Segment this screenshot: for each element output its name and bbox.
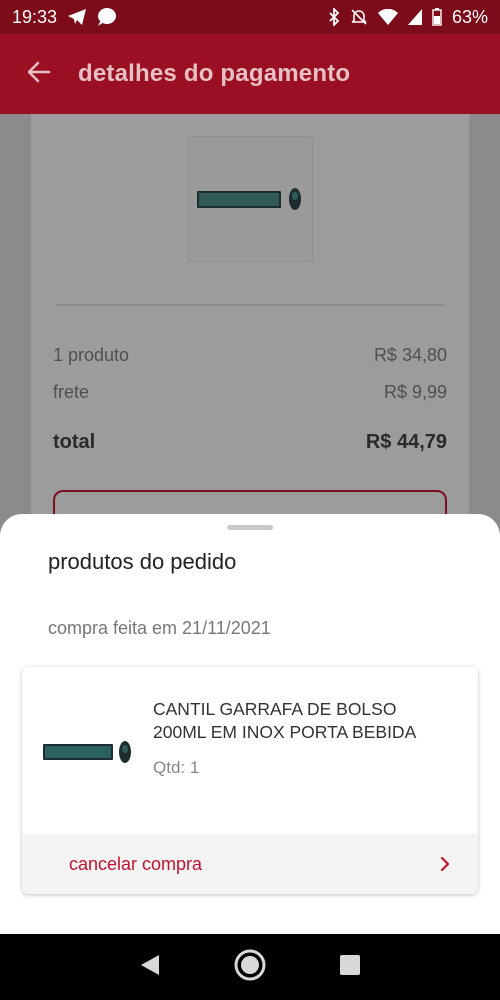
summary-shipping-row: frete R$ 9,99: [53, 382, 447, 403]
total-label: total: [53, 431, 96, 453]
chevron-right-icon: [440, 856, 450, 872]
telegram-icon: [67, 8, 87, 26]
product-quantity: Qtd: 1: [153, 758, 200, 777]
nav-back-icon: [139, 953, 161, 982]
sheet-title: produtos do pedido: [48, 549, 237, 574]
status-bar: 19:33 63%: [0, 0, 500, 34]
product-name: CANTIL GARRAFA DE BOLSO 200ML EM INOX PO…: [153, 699, 417, 742]
back-arrow-icon: [27, 61, 51, 88]
bluetooth-icon: [328, 8, 340, 26]
nav-home-button[interactable]: [230, 947, 270, 987]
page-title: detalhes do pagamento: [78, 60, 351, 87]
app-bar: detalhes do pagamento: [0, 34, 500, 114]
summary-products-row: 1 produto R$ 34,80: [53, 345, 447, 366]
product-thumbnail: [187, 136, 313, 262]
signal-icon: [407, 9, 422, 25]
shipping-value: R$ 9,99: [383, 382, 447, 402]
back-button[interactable]: [0, 34, 78, 114]
nav-back-button[interactable]: [130, 947, 170, 987]
wifi-icon: [377, 9, 398, 25]
nav-recents-button[interactable]: [330, 947, 370, 987]
drag-handle[interactable]: [227, 525, 273, 530]
divider: [56, 304, 444, 306]
payment-details-background: 1 produto R$ 34,80 frete R$ 9,99 total R…: [0, 114, 500, 550]
battery-percent: 63%: [451, 6, 488, 27]
system-nav-bar: [0, 934, 500, 1000]
nav-home-icon: [233, 948, 267, 987]
products-value: R$ 34,80: [373, 345, 447, 365]
total-value: R$ 44,79: [365, 431, 447, 453]
purchase-date: compra feita em 21/11/2021: [48, 618, 271, 638]
order-item-image: [38, 717, 138, 787]
mute-icon: [350, 8, 368, 26]
cancel-purchase-label: cancelar compra: [69, 853, 203, 874]
nav-recents-icon: [339, 954, 361, 981]
battery-icon: [432, 8, 442, 26]
order-item-card: CANTIL GARRAFA DE BOLSO 200ML EM INOX PO…: [22, 667, 478, 894]
payment-summary-card: 1 produto R$ 34,80 frete R$ 9,99 total R…: [31, 114, 469, 550]
cancel-purchase-button[interactable]: cancelar compra: [22, 834, 478, 894]
keyboard-mouse-image: [43, 741, 131, 763]
shipping-label: frete: [53, 382, 90, 402]
summary-total-row: total R$ 44,79: [53, 431, 447, 454]
status-time: 19:33: [12, 6, 58, 27]
products-label: 1 produto: [53, 345, 130, 365]
keyboard-mouse-image: [197, 188, 301, 210]
order-products-sheet: produtos do pedido compra feita em 21/11…: [0, 514, 500, 934]
chat-bubble-icon: [95, 7, 117, 27]
